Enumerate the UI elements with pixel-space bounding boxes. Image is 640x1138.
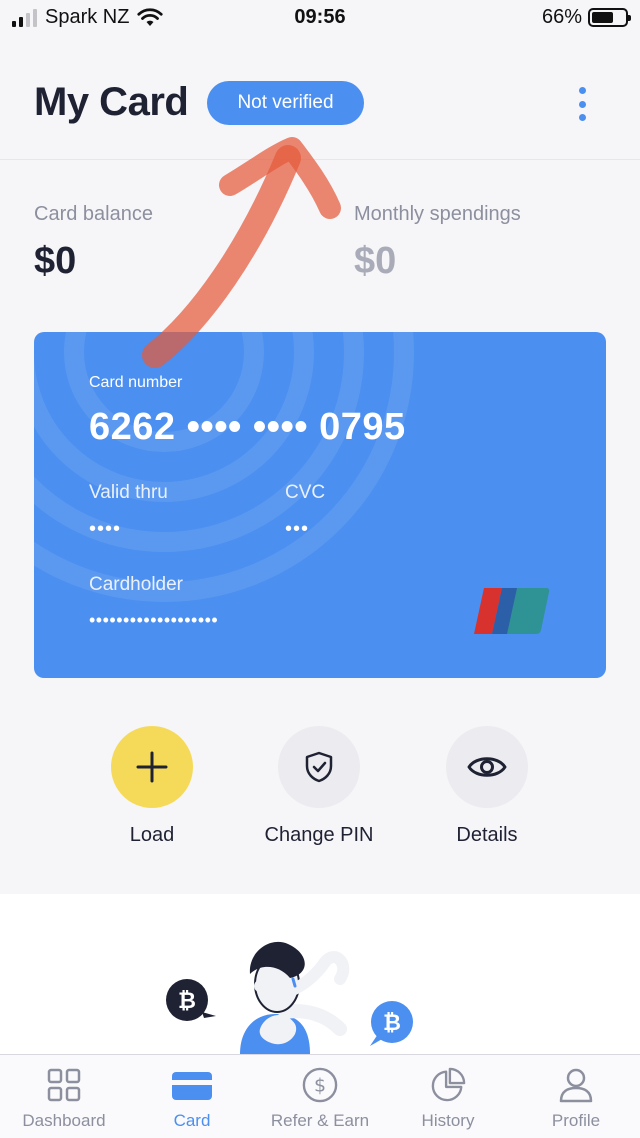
card-balance-value: $0 <box>34 240 77 282</box>
bitcoin-bubble-icon: ₿ <box>370 1001 413 1046</box>
load-button[interactable] <box>111 726 193 808</box>
tab-label: Dashboard <box>22 1111 106 1130</box>
dollar-coin-icon: $ <box>302 1067 338 1103</box>
tab-label: Refer & Earn <box>270 1111 370 1130</box>
cardholder-label: Cardholder <box>89 574 183 595</box>
unionpay-logo-icon <box>474 588 550 634</box>
monthly-spendings: Monthly spendings $0 <box>354 203 521 283</box>
more-dot <box>578 100 586 108</box>
tab-label: History <box>421 1111 475 1130</box>
tab-profile[interactable]: Profile <box>512 1067 640 1131</box>
tab-label: Card <box>173 1111 211 1130</box>
load-label: Load <box>129 824 175 846</box>
grid-icon <box>47 1068 81 1102</box>
change-pin-button[interactable] <box>278 726 360 808</box>
tab-label: Profile <box>551 1111 601 1130</box>
change-pin-action[interactable]: Change PIN <box>229 726 409 847</box>
svg-text:₿: ₿ <box>383 1011 401 1036</box>
details-action[interactable]: Details <box>397 726 577 847</box>
battery-icon <box>588 8 631 27</box>
change-pin-label: Change PIN <box>264 824 374 846</box>
card-balance-label: Card balance <box>34 203 153 225</box>
pie-chart-icon <box>431 1067 466 1102</box>
eye-icon <box>467 757 507 777</box>
svg-text:$: $ <box>314 1075 326 1097</box>
card-number: 6262 •••• •••• 0795 <box>89 406 406 448</box>
tab-dashboard[interactable]: Dashboard <box>0 1067 128 1131</box>
more-options-button[interactable] <box>568 82 596 126</box>
valid-thru-value: •••• <box>89 518 122 540</box>
bitcoin-bubble-icon: ₿ <box>166 979 216 1021</box>
tab-card[interactable]: Card <box>128 1067 256 1131</box>
tab-refer-earn[interactable]: $ Refer & Earn <box>256 1067 384 1131</box>
page-title: My Card <box>34 80 189 124</box>
more-dot <box>578 87 586 94</box>
battery-percentage: 66% <box>541 6 582 28</box>
svg-text:₿: ₿ <box>178 989 196 1014</box>
person-bitcoin-illustration: ₿ ₿ <box>166 941 413 1054</box>
status-right: 66% <box>541 6 631 29</box>
cardholder-value: ••••••••••••••••••• <box>89 610 219 630</box>
more-dot <box>578 114 586 121</box>
bottom-tab-bar: Dashboard Card $ Refer & Earn History Pr… <box>0 1054 640 1138</box>
shield-check-icon <box>305 751 333 783</box>
cvc-value: ••• <box>285 518 310 540</box>
monthly-spendings-value: $0 <box>354 240 397 282</box>
plus-icon <box>136 751 168 783</box>
status-bar: Spark NZ 09:56 66% <box>0 0 640 34</box>
load-action[interactable]: Load <box>62 726 242 847</box>
valid-thru-label: Valid thru <box>89 482 168 503</box>
bank-card[interactable]: Card number 6262 •••• •••• 0795 Valid th… <box>34 332 606 678</box>
card-icon <box>172 1072 212 1100</box>
promo-section: ₿ ₿ <box>0 894 640 1054</box>
page-header: My Card Not verified <box>0 34 640 160</box>
verification-status-badge[interactable]: Not verified <box>207 81 364 125</box>
monthly-spendings-label: Monthly spendings <box>354 203 521 225</box>
card-number-label: Card number <box>89 374 183 391</box>
tab-history[interactable]: History <box>384 1067 512 1131</box>
card-balance: Card balance $0 <box>34 203 153 283</box>
person-icon <box>559 1068 593 1103</box>
details-label: Details <box>456 824 518 846</box>
cvc-label: CVC <box>285 482 326 503</box>
details-button[interactable] <box>446 726 528 808</box>
